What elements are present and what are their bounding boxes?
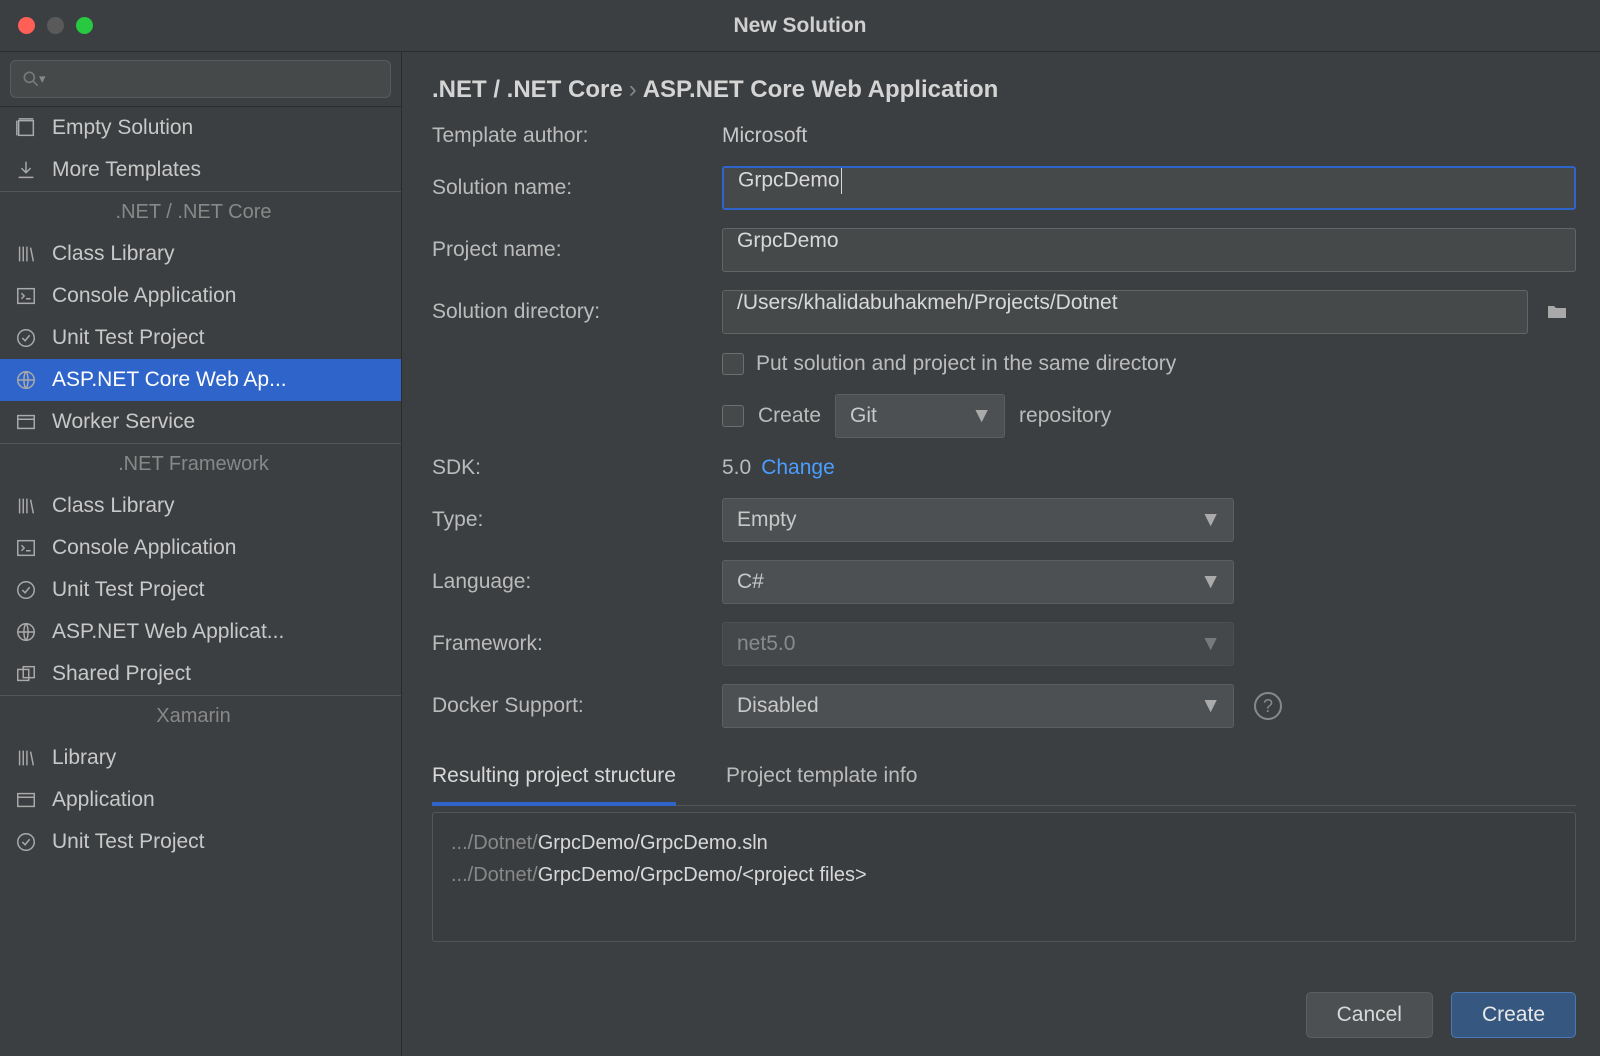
sidebar-item[interactable]: Worker Service — [0, 401, 401, 443]
cancel-button[interactable]: Cancel — [1306, 992, 1433, 1038]
label-docker: Docker Support: — [432, 694, 722, 718]
sidebar-item[interactable]: Application — [0, 779, 401, 821]
label-solution-dir: Solution directory: — [432, 300, 722, 324]
folder-icon — [1545, 300, 1569, 324]
repository-label: repository — [1019, 404, 1111, 428]
sidebar-item-label: Application — [52, 788, 155, 812]
value-author: Microsoft — [722, 124, 1576, 148]
library-icon — [14, 494, 38, 518]
sidebar-item[interactable]: Unit Test Project — [0, 317, 401, 359]
sidebar-category: .NET / .NET Core — [0, 191, 401, 233]
shared-icon — [14, 662, 38, 686]
sidebar-item-label: ASP.NET Web Applicat... — [52, 620, 284, 644]
window-title: New Solution — [0, 14, 1600, 38]
globe-icon — [14, 620, 38, 644]
same-directory-label: Put solution and project in the same dir… — [756, 352, 1176, 376]
same-directory-checkbox[interactable] — [722, 353, 744, 375]
type-select[interactable]: Empty▼ — [722, 498, 1234, 542]
breadcrumb: .NET / .NET Core›ASP.NET Core Web Applic… — [432, 76, 1576, 104]
sidebar-item[interactable]: Empty Solution — [0, 107, 401, 149]
vcs-select[interactable]: Git▼ — [835, 394, 1005, 438]
console-icon — [14, 284, 38, 308]
sidebar-item[interactable]: Console Application — [0, 275, 401, 317]
sidebar-item-label: Worker Service — [52, 410, 195, 434]
solution-dir-input[interactable]: /Users/khalidabuhakmeh/Projects/Dotnet — [722, 290, 1528, 334]
sidebar-item-label: Shared Project — [52, 662, 191, 686]
empty-solution-icon — [14, 116, 38, 140]
search-icon — [21, 69, 41, 89]
sidebar-item-label: Console Application — [52, 536, 236, 560]
sidebar-item-label: ASP.NET Core Web Ap... — [52, 368, 287, 392]
result-structure: .../Dotnet/GrpcDemo/GrpcDemo.sln .../Dot… — [432, 812, 1576, 942]
tab-structure[interactable]: Resulting project structure — [432, 754, 676, 806]
sidebar-item[interactable]: ASP.NET Core Web Ap... — [0, 359, 401, 401]
sidebar-category: Xamarin — [0, 695, 401, 737]
docker-select[interactable]: Disabled▼ — [722, 684, 1234, 728]
test-icon — [14, 830, 38, 854]
create-repo-checkbox[interactable] — [722, 405, 744, 427]
main-panel: .NET / .NET Core›ASP.NET Core Web Applic… — [402, 52, 1600, 1056]
tab-template-info[interactable]: Project template info — [726, 754, 917, 805]
search-input[interactable]: ▾ — [10, 60, 391, 98]
sidebar-item-label: Console Application — [52, 284, 236, 308]
sidebar-item-label: .NET Framework — [118, 453, 269, 476]
create-button[interactable]: Create — [1451, 992, 1576, 1038]
solution-name-input[interactable]: GrpcDemo — [722, 166, 1576, 210]
sidebar-item-label: Class Library — [52, 242, 175, 266]
browse-folder-button[interactable] — [1538, 293, 1576, 331]
sidebar-item[interactable]: Class Library — [0, 485, 401, 527]
console-icon — [14, 536, 38, 560]
sidebar-item-label: Class Library — [52, 494, 175, 518]
label-solution-name: Solution name: — [432, 176, 722, 200]
sidebar-item[interactable]: Library — [0, 737, 401, 779]
library-icon — [14, 242, 38, 266]
sidebar-item-label: Library — [52, 746, 116, 770]
sidebar-item[interactable]: Shared Project — [0, 653, 401, 695]
label-author: Template author: — [432, 124, 722, 148]
sidebar-item-label: Unit Test Project — [52, 326, 205, 350]
label-framework: Framework: — [432, 632, 722, 656]
sidebar-item[interactable]: Console Application — [0, 527, 401, 569]
sdk-change-link[interactable]: Change — [761, 456, 835, 480]
window-icon — [14, 410, 38, 434]
globe-icon — [14, 368, 38, 392]
sidebar-item-label: .NET / .NET Core — [116, 201, 272, 224]
sidebar-item-label: Unit Test Project — [52, 830, 205, 854]
sidebar-item-label: Xamarin — [156, 705, 230, 728]
sidebar-category: .NET Framework — [0, 443, 401, 485]
titlebar: New Solution — [0, 0, 1600, 52]
download-icon — [14, 158, 38, 182]
library-icon — [14, 746, 38, 770]
label-type: Type: — [432, 508, 722, 532]
project-name-input[interactable]: GrpcDemo — [722, 228, 1576, 272]
sidebar: ▾ Empty Solution More Templates .NET / .NE… — [0, 52, 402, 1056]
sidebar-item[interactable]: ASP.NET Web Applicat... — [0, 611, 401, 653]
sidebar-item-label: Unit Test Project — [52, 578, 205, 602]
sidebar-item[interactable]: More Templates — [0, 149, 401, 191]
label-language: Language: — [432, 570, 722, 594]
tabs: Resulting project structure Project temp… — [432, 754, 1576, 806]
language-select[interactable]: C#▼ — [722, 560, 1234, 604]
sidebar-item-label: Empty Solution — [52, 116, 193, 140]
test-icon — [14, 578, 38, 602]
framework-select: net5.0▼ — [722, 622, 1234, 666]
window-icon — [14, 788, 38, 812]
sidebar-item-label: More Templates — [52, 158, 201, 182]
test-icon — [14, 326, 38, 350]
docker-help-icon[interactable]: ? — [1254, 692, 1282, 720]
sidebar-item[interactable]: Class Library — [0, 233, 401, 275]
label-sdk: SDK: — [432, 456, 722, 480]
sidebar-item[interactable]: Unit Test Project — [0, 821, 401, 863]
label-project-name: Project name: — [432, 238, 722, 262]
create-label: Create — [758, 404, 821, 428]
sdk-value: 5.0 — [722, 456, 751, 480]
sidebar-item[interactable]: Unit Test Project — [0, 569, 401, 611]
